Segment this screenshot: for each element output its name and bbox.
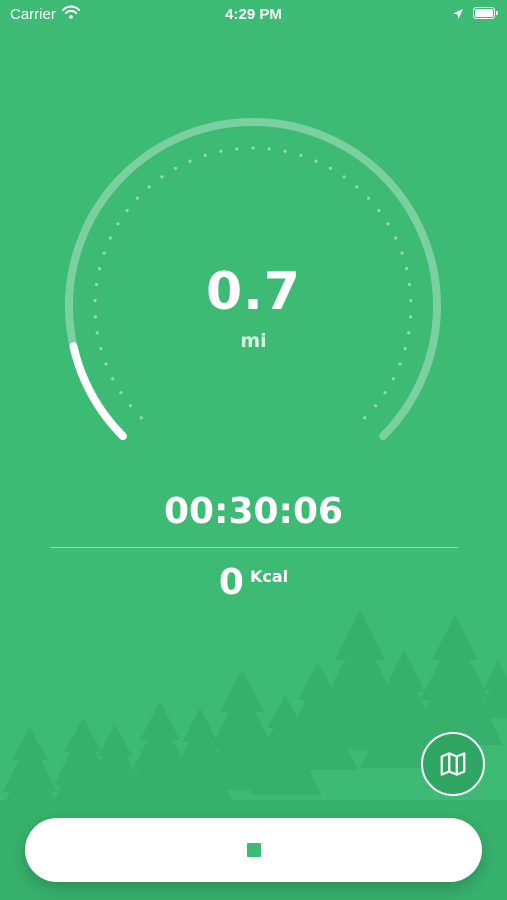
gauge-progress xyxy=(69,342,127,441)
distance-unit: mi xyxy=(240,330,267,352)
gauge-tick-dot xyxy=(108,236,112,240)
gauge-tick-dot xyxy=(139,416,143,420)
gauge-tick-dot xyxy=(377,208,381,213)
gauge-tick-dot xyxy=(328,166,332,170)
gauge-tick-dot xyxy=(386,222,390,226)
gauge-tick-dot xyxy=(251,146,255,150)
gauge-tick-dot xyxy=(102,251,106,255)
gauge-tick-dot xyxy=(363,416,367,420)
distance-gauge xyxy=(65,118,441,441)
calories-readout: 0 Kcal xyxy=(0,562,507,603)
gauge-tick-dot xyxy=(283,149,287,153)
gauge-tick-dot xyxy=(374,404,378,408)
divider xyxy=(50,547,458,548)
gauge-tick-dot xyxy=(267,147,271,151)
gauge-tick-dot xyxy=(119,391,123,395)
gauge-tick-dot xyxy=(383,391,387,395)
gauge-tick-dot xyxy=(111,377,115,381)
gauge-tick-dot xyxy=(391,377,395,381)
gauge-tick-dot xyxy=(398,362,402,366)
gauge-tick-dot xyxy=(219,149,223,153)
gauge-tick-dot xyxy=(116,222,120,226)
calories-value: 0 xyxy=(218,562,244,603)
map-button[interactable] xyxy=(421,732,485,796)
gauge-tick-dot xyxy=(125,208,129,213)
gauge-tick-dot xyxy=(135,196,140,200)
gauge-tick-dot xyxy=(104,362,108,366)
gauge-tick-dot xyxy=(342,175,346,179)
distance-value: 0.7 xyxy=(205,262,302,322)
gauge-tick-dot xyxy=(203,153,207,157)
elapsed-time: 00:30:06 xyxy=(163,491,344,532)
gauge-tick-dot xyxy=(366,196,371,200)
calories-unit: Kcal xyxy=(249,567,289,586)
stop-icon xyxy=(246,843,261,857)
gauge-tick-dot xyxy=(128,404,132,408)
stop-button[interactable] xyxy=(25,818,482,882)
gauge-tick-dot xyxy=(394,236,398,240)
gauge-tick-dot xyxy=(160,175,164,179)
gauge-tick-dot xyxy=(314,159,318,163)
map-icon xyxy=(440,752,466,776)
gauge-tick-dot xyxy=(188,159,192,163)
gauge-tick-dot xyxy=(147,185,151,189)
gauge-tick-dot xyxy=(235,147,239,151)
gauge-tick-dot xyxy=(400,251,404,255)
gauge-tick-dot xyxy=(355,185,359,189)
gauge-tick-dot xyxy=(299,153,303,157)
gauge-tick-dot xyxy=(174,166,178,170)
